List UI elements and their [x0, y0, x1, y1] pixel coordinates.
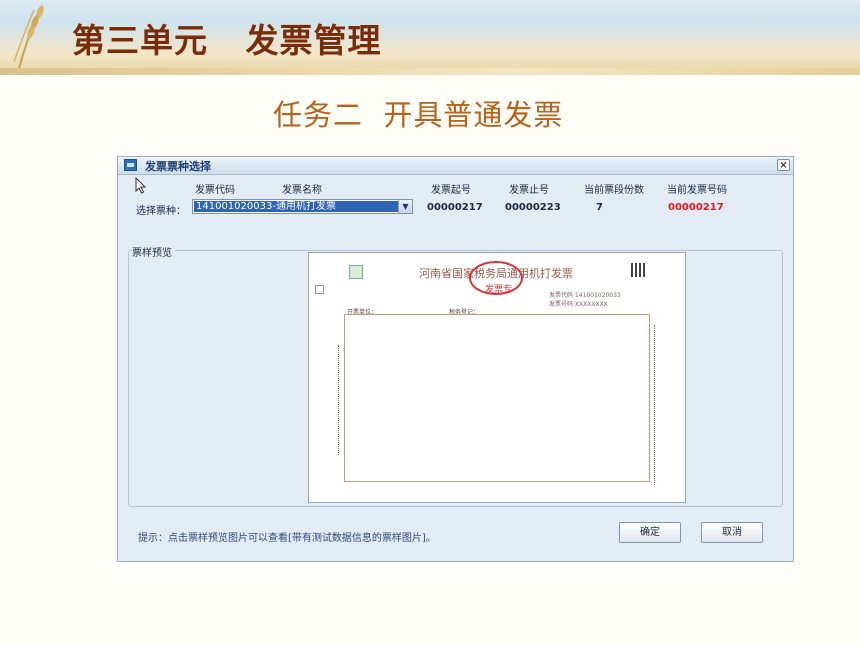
invoice-type-label: 选择票种： [136, 206, 186, 217]
stamp-text: 发票专 [485, 285, 513, 295]
selected-invoice-type: 141001020033-通用机打发票 [194, 201, 400, 212]
invoice-body-frame [344, 314, 650, 482]
close-button[interactable]: × [777, 159, 790, 171]
end-number-value: 00000223 [505, 202, 561, 213]
chevron-down-icon[interactable]: ▼ [398, 200, 412, 213]
column-header-start-no: 发票起号 [431, 185, 471, 196]
column-header-name: 发票名称 [282, 185, 322, 196]
column-header-code: 发票代码 [195, 185, 235, 196]
column-header-current-no: 当前发票号码 [667, 185, 727, 196]
banner-divider [0, 68, 860, 75]
dialog-titlebar[interactable]: 发票票种选择 × [118, 157, 793, 175]
left-margin-text [338, 345, 341, 455]
column-header-end-no: 发票止号 [509, 185, 549, 196]
ok-button[interactable]: 确定 [619, 522, 681, 543]
dialog-title: 发票票种选择 [145, 160, 211, 173]
count-value: 7 [596, 202, 603, 213]
qr-code-icon [631, 263, 645, 277]
invoice-sample-preview[interactable]: 河南省国家税务局通用机打发票 发票专 发票代码 141001020033 发票号… [308, 252, 686, 503]
cancel-button[interactable]: 取消 [701, 522, 763, 543]
hint-text: 提示：点击票样预览图片可以查看[带有测试数据信息的票样图片]。 [138, 533, 436, 544]
current-number-value: 00000217 [668, 202, 724, 213]
invoice-type-dialog: 发票票种选择 × 发票代码 发票名称 发票起号 发票止号 当前票段份数 当前发票… [117, 156, 794, 562]
column-header-count: 当前票段份数 [584, 185, 644, 196]
slide-subtitle: 任务二 开具普通发票 [273, 98, 564, 132]
preview-group-label: 票样预览 [132, 244, 175, 259]
watermark-icon [349, 265, 363, 279]
start-number-value: 00000217 [427, 202, 483, 213]
checkbox-icon [315, 285, 324, 294]
invoice-type-select[interactable]: 141001020033-通用机打发票 ▼ [192, 199, 413, 214]
invoice-number-line: 发票号码 XXXXXXXX [549, 301, 608, 308]
mouse-cursor-icon [135, 177, 147, 194]
wheat-decoration-icon [13, 5, 44, 73]
app-window-icon [124, 159, 137, 171]
invoice-code-line: 发票代码 141001020033 [549, 292, 621, 299]
slide-banner: 第三单元 发票管理 [0, 0, 860, 73]
right-margin-text [654, 325, 657, 485]
slide-title: 第三单元 发票管理 [72, 21, 382, 60]
